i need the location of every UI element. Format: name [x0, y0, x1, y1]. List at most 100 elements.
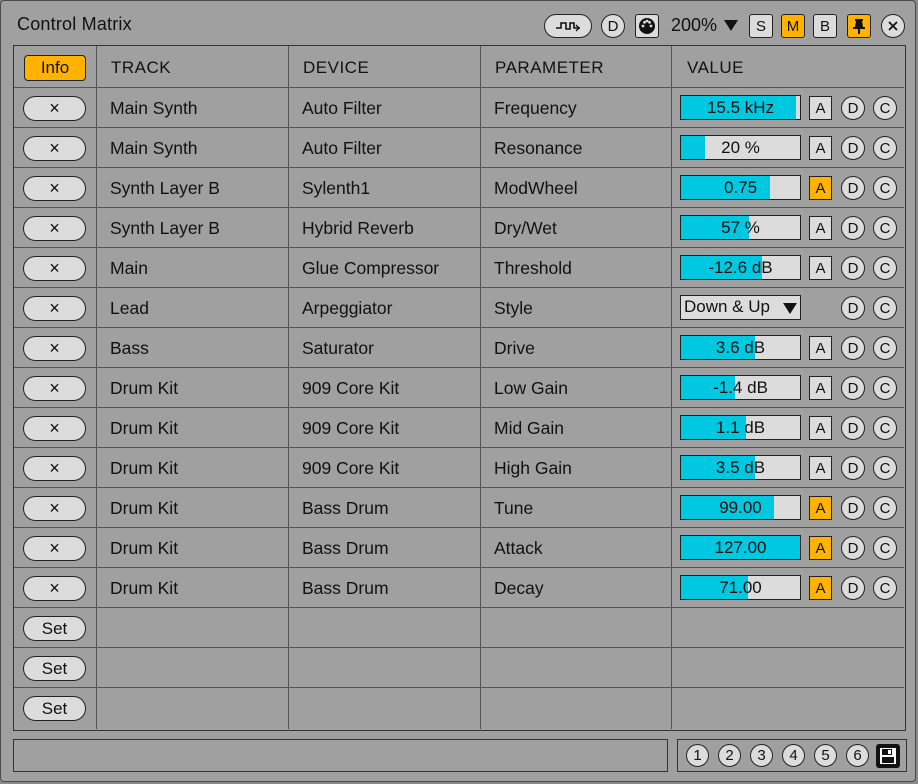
pin-button[interactable]: [847, 14, 871, 38]
clear-button[interactable]: C: [873, 416, 897, 440]
automation-button[interactable]: A: [809, 496, 832, 520]
preset-slot-5[interactable]: 5: [814, 744, 837, 767]
b-button[interactable]: B: [813, 14, 837, 38]
remove-mapping-button[interactable]: ×: [23, 536, 86, 561]
clear-button[interactable]: C: [873, 136, 897, 160]
parameter-name: High Gain: [494, 458, 572, 478]
value-slider[interactable]: 3.6 dB: [680, 335, 801, 360]
automation-button[interactable]: A: [809, 536, 832, 560]
automation-button[interactable]: A: [809, 176, 832, 200]
default-button[interactable]: D: [841, 336, 865, 360]
preset-slot-3[interactable]: 3: [750, 744, 773, 767]
clear-button[interactable]: C: [873, 456, 897, 480]
remove-mapping-button[interactable]: ×: [23, 576, 86, 601]
default-button[interactable]: D: [841, 96, 865, 120]
preset-slot-4[interactable]: 4: [782, 744, 805, 767]
clear-button[interactable]: C: [873, 296, 897, 320]
clear-button[interactable]: C: [873, 536, 897, 560]
value-slider[interactable]: -12.6 dB: [680, 255, 801, 280]
remove-mapping-button[interactable]: ×: [23, 136, 86, 161]
automation-button[interactable]: A: [809, 416, 832, 440]
table-row: × Drum Kit 909 Core Kit High Gain 3.5 dB A D C: [14, 448, 904, 488]
value-slider[interactable]: 99.00: [680, 495, 801, 520]
value-slider[interactable]: 3.5 dB: [680, 455, 801, 480]
default-button[interactable]: D: [841, 216, 865, 240]
close-button[interactable]: [881, 14, 905, 38]
signal-wave-button[interactable]: [544, 14, 592, 38]
clear-button[interactable]: C: [873, 376, 897, 400]
automation-button[interactable]: A: [809, 576, 832, 600]
remove-mapping-button[interactable]: ×: [23, 256, 86, 281]
clear-button[interactable]: C: [873, 216, 897, 240]
header-parameter: PARAMETER: [495, 58, 605, 77]
value-slider[interactable]: 0.75: [680, 175, 801, 200]
table-row: × Lead Arpeggiator Style Down & Up D C: [14, 288, 904, 328]
status-bar: [13, 739, 668, 772]
solo-button[interactable]: S: [749, 14, 773, 38]
zoom-chevron-down-icon[interactable]: [724, 20, 738, 31]
value-slider[interactable]: 57 %: [680, 215, 801, 240]
automation-button[interactable]: A: [809, 136, 832, 160]
remove-mapping-button[interactable]: ×: [23, 456, 86, 481]
remove-mapping-button[interactable]: ×: [23, 376, 86, 401]
value-slider[interactable]: 1.1 dB: [680, 415, 801, 440]
default-button[interactable]: D: [841, 536, 865, 560]
automation-button[interactable]: A: [809, 256, 832, 280]
remove-mapping-button[interactable]: ×: [23, 296, 86, 321]
track-name: Main Synth: [110, 98, 198, 118]
automation-button[interactable]: A: [809, 456, 832, 480]
save-button[interactable]: [876, 744, 900, 768]
set-mapping-button[interactable]: Set: [23, 656, 86, 681]
automation-button[interactable]: A: [809, 216, 832, 240]
value-slider[interactable]: -1.4 dB: [680, 375, 801, 400]
preset-slot-2[interactable]: 2: [718, 744, 741, 767]
value-text: 15.5 kHz: [706, 98, 775, 117]
clear-button[interactable]: C: [873, 336, 897, 360]
parameter-name: Frequency: [494, 98, 577, 118]
remove-mapping-button[interactable]: ×: [23, 96, 86, 121]
clear-button[interactable]: C: [873, 576, 897, 600]
automation-button[interactable]: A: [809, 336, 832, 360]
default-button[interactable]: D: [841, 576, 865, 600]
track-name: Drum Kit: [110, 578, 179, 598]
zoom-level[interactable]: 200%: [671, 15, 717, 36]
parameter-name: Low Gain: [494, 378, 568, 398]
value-dropdown[interactable]: Down & Up: [680, 295, 801, 320]
clear-button[interactable]: C: [873, 256, 897, 280]
default-button[interactable]: D: [841, 376, 865, 400]
value-slider[interactable]: 15.5 kHz: [680, 95, 801, 120]
remove-mapping-button[interactable]: ×: [23, 416, 86, 441]
default-button[interactable]: D: [841, 456, 865, 480]
set-mapping-button[interactable]: Set: [23, 616, 86, 641]
clear-button[interactable]: C: [873, 496, 897, 520]
automation-button[interactable]: A: [809, 376, 832, 400]
default-button[interactable]: D: [841, 416, 865, 440]
value-slider[interactable]: 127.00: [680, 535, 801, 560]
value-slider[interactable]: 71.00: [680, 575, 801, 600]
remove-mapping-button[interactable]: ×: [23, 216, 86, 241]
midi-button[interactable]: [635, 14, 659, 38]
value-text: 20 %: [721, 138, 760, 157]
parameter-name: ModWheel: [494, 178, 578, 198]
preset-slot-6[interactable]: 6: [846, 744, 869, 767]
default-button[interactable]: D: [841, 136, 865, 160]
default-button[interactable]: D: [841, 496, 865, 520]
clear-button[interactable]: C: [873, 176, 897, 200]
remove-mapping-button[interactable]: ×: [23, 176, 86, 201]
set-mapping-button[interactable]: Set: [23, 696, 86, 721]
automation-button[interactable]: A: [809, 96, 832, 120]
window-title: Control Matrix: [17, 14, 132, 34]
default-button[interactable]: D: [841, 296, 865, 320]
preset-slot-1[interactable]: 1: [686, 744, 709, 767]
remove-mapping-button[interactable]: ×: [23, 336, 86, 361]
toolbar-d-button[interactable]: D: [601, 14, 625, 38]
default-button[interactable]: D: [841, 256, 865, 280]
info-button[interactable]: Info: [24, 55, 86, 81]
track-name: Main: [110, 258, 148, 278]
value-slider[interactable]: 20 %: [680, 135, 801, 160]
default-button[interactable]: D: [841, 176, 865, 200]
value-text: 71.00: [719, 578, 762, 597]
mute-button[interactable]: M: [781, 14, 805, 38]
clear-button[interactable]: C: [873, 96, 897, 120]
remove-mapping-button[interactable]: ×: [23, 496, 86, 521]
